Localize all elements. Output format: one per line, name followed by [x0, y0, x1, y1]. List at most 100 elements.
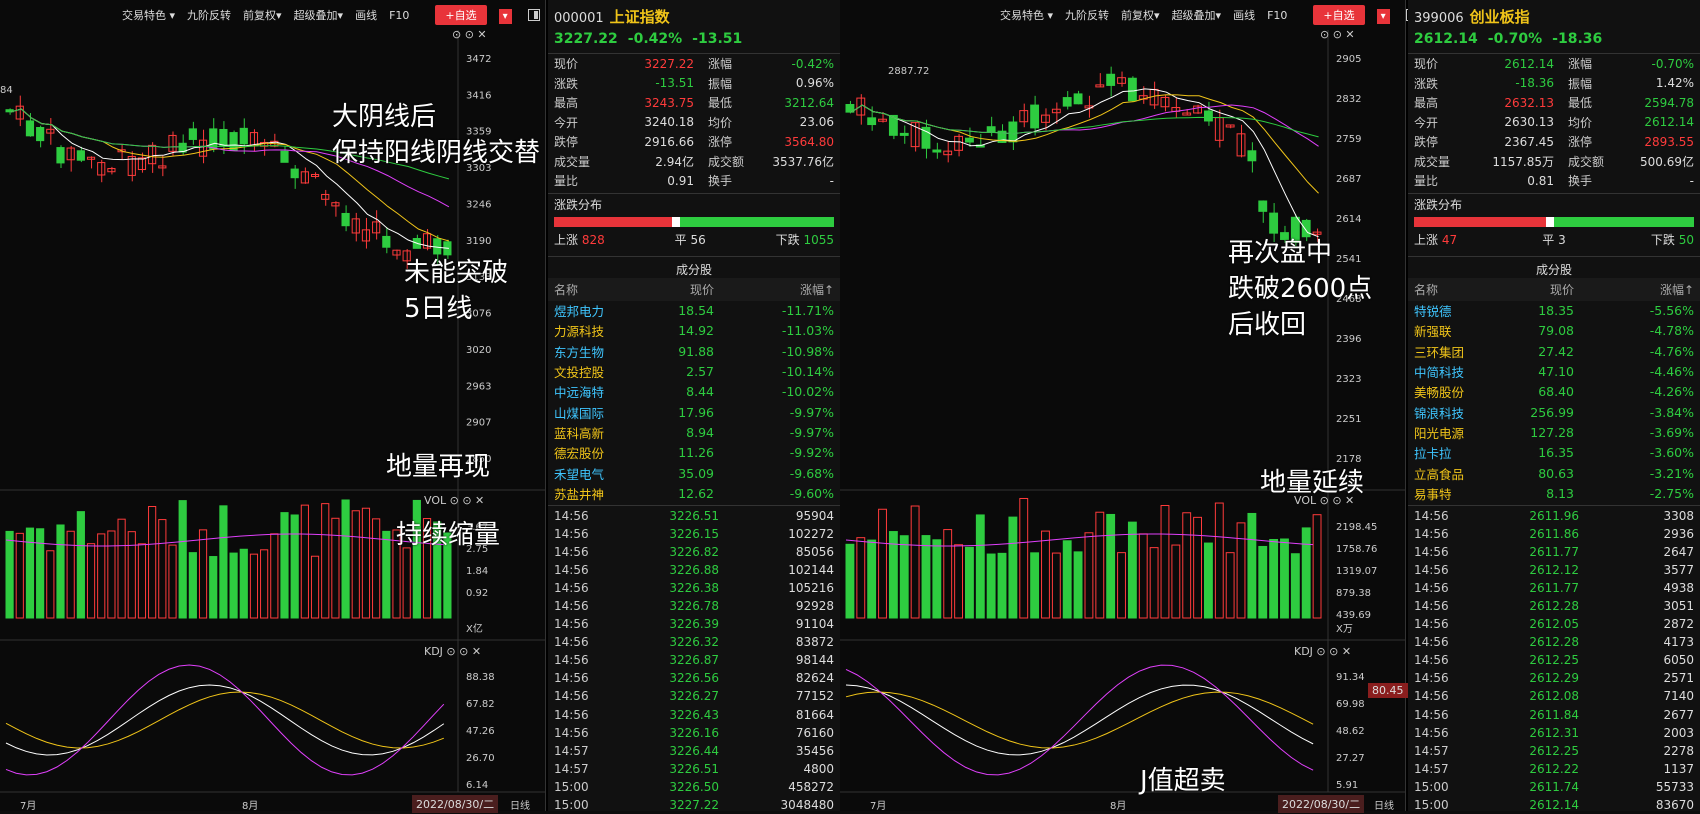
stock-price: 18.35 [1538, 303, 1574, 319]
list-item[interactable]: 蓝科高新 8.94 -9.97% [548, 422, 840, 442]
list-item[interactable]: 煜邦电力 18.54 -11.71% [548, 301, 840, 321]
list-item[interactable]: 三环集团 27.42 -4.76% [1408, 341, 1700, 361]
up-label: 上涨 [1414, 232, 1439, 247]
kdj-tick-label: 47.26 [466, 726, 495, 737]
vol-tick-label: 439.69 [1336, 610, 1371, 621]
col-price[interactable]: 现价 [1504, 281, 1574, 298]
kdj-line [5, 684, 445, 756]
volume-bar [239, 548, 248, 619]
tick-volume: 83670 [1655, 798, 1694, 813]
chart-panel-controls[interactable]: ⊙ ⊙ ✕ [1320, 28, 1355, 41]
tick-volume: 2647 [1663, 544, 1694, 559]
annotation-text: 未能突破 [404, 258, 509, 288]
stock-name: 立高食品 [1414, 466, 1465, 482]
kdj-panel-controls[interactable]: KDJ ⊙ ⊙ ✕ [424, 645, 481, 658]
quote-value: -13.51 [655, 76, 694, 91]
list-item[interactable]: 山煤国际 17.96 -9.97% [548, 402, 840, 422]
flat-label: 平 [674, 232, 687, 247]
quote-label: 均价 [1568, 115, 1593, 130]
stock-pct: -11.71% [781, 303, 834, 319]
quote-row: 量比 0.81 换手 - [1408, 171, 1700, 191]
list-item[interactable]: 特锐德 18.35 -5.56% [1408, 301, 1700, 321]
list-item[interactable]: 禾望电气 35.09 -9.68% [548, 463, 840, 483]
list-item[interactable]: 东方生物 91.88 -10.98% [548, 341, 840, 361]
col-pct[interactable]: 涨幅↑ [1574, 281, 1694, 298]
stock-name: 中远海特 [554, 385, 605, 401]
stock-price: 80.63 [1538, 465, 1574, 481]
volume-bar [986, 553, 996, 619]
col-price[interactable]: 现价 [644, 281, 714, 298]
y-tick-label: 2963 [466, 381, 491, 392]
stock-price: 14.92 [678, 323, 714, 339]
table-row: 14:56 2612.12 3577 [1408, 561, 1700, 579]
tick-time: 14:56 [554, 508, 589, 523]
quote-row: 成交量 2.94亿 成交额 3537.76亿 [548, 152, 840, 172]
list-item[interactable]: 中远海特 8.44 -10.02% [548, 382, 840, 402]
volume-bar [1269, 538, 1279, 619]
stock-name: 苏盐井神 [554, 486, 605, 502]
volume-bar [36, 528, 45, 619]
vol-panel-controls[interactable]: VOL ⊙ ⊙ ✕ [424, 494, 484, 507]
stock-name: 蓝科高新 [554, 425, 605, 441]
period-label[interactable]: 日线 [510, 797, 530, 812]
list-item[interactable]: 文投控股 2.57 -10.14% [548, 361, 840, 381]
list-item[interactable]: 力源科技 14.92 -11.03% [548, 321, 840, 341]
volume-bar [954, 544, 963, 619]
tick-volume: 77152 [795, 689, 834, 704]
quote-row: 现价 2612.14 涨幅 -0.70% [1408, 54, 1700, 74]
list-item[interactable]: 锦浪科技 256.99 -3.84% [1408, 402, 1700, 422]
list-item[interactable]: 易事特 8.13 -2.75% [1408, 483, 1700, 503]
ma-line [851, 94, 1319, 194]
quote-row: 成交量 1157.85万 成交额 500.69亿 [1408, 152, 1700, 172]
list-item[interactable]: 新强联 79.08 -4.78% [1408, 321, 1700, 341]
right-chart-pane: 交易特色 ▾ 九阶反转 前复权▾ 超级叠加▾ 画线 F10 +自选 ▾ 2905 2… [840, 0, 1418, 813]
list-item[interactable]: 美畅股份 68.40 -4.26% [1408, 382, 1700, 402]
volume-bar [1041, 530, 1050, 619]
tick-time: 15:00 [1414, 779, 1449, 794]
list-item[interactable]: 拉卡拉 16.35 -3.60% [1408, 443, 1700, 463]
list-item[interactable]: 苏盐井神 12.62 -9.60% [548, 483, 840, 503]
volume-bar [209, 556, 218, 619]
last-price: 3227.22 [554, 31, 618, 47]
volume-bar [867, 539, 877, 619]
col-pct[interactable]: 涨幅↑ [714, 281, 834, 298]
tick-volume: 76160 [795, 725, 834, 740]
volume-bar [260, 549, 269, 619]
volume-bar [219, 505, 228, 619]
stock-price: 8.94 [686, 424, 714, 440]
quote-value: 23.06 [799, 115, 834, 130]
volume-bar [1171, 544, 1181, 619]
index-name: 创业板指 [1469, 8, 1530, 26]
period-label[interactable]: 日线 [1374, 797, 1394, 812]
candle-body [219, 128, 228, 147]
col-name[interactable]: 名称 [554, 281, 644, 298]
kdj-tick-label: 5.91 [1336, 780, 1358, 791]
left-quote-panel: 000001 上证指数 3227.22 -0.42% -13.51 现价 3227.22… [548, 0, 840, 812]
stock-pct: -3.84% [1649, 404, 1694, 420]
high-price-label: 84 [0, 85, 13, 96]
quote-label: 涨幅 [1568, 57, 1593, 72]
tick-time: 14:56 [1414, 689, 1449, 704]
tick-price: 3226.87 [669, 653, 719, 668]
volume-bar [1138, 533, 1148, 619]
right-kline-chart[interactable]: 2905283227592687261425412468239623232251… [840, 0, 1406, 811]
kdj-panel-controls[interactable]: KDJ ⊙ ⊙ ✕ [1294, 645, 1351, 658]
volume-bar [1204, 542, 1213, 619]
list-item[interactable]: 阳光电源 127.28 -3.69% [1408, 422, 1700, 442]
chart-panel-controls[interactable]: ⊙ ⊙ ✕ [452, 28, 487, 41]
quote-value: 0.81 [1527, 173, 1554, 188]
list-item[interactable]: 德宏股份 11.26 -9.92% [548, 443, 840, 463]
stock-name: 新强联 [1414, 324, 1452, 340]
quote-label: 换手 [1568, 174, 1593, 189]
list-item[interactable]: 立高食品 80.63 -3.21% [1408, 463, 1700, 483]
col-name[interactable]: 名称 [1414, 281, 1504, 298]
up-count: 47 [1441, 232, 1458, 247]
list-item[interactable]: 中简科技 47.10 -4.46% [1408, 361, 1700, 381]
volume-bar [270, 533, 279, 619]
quote-value: 2632.13 [1504, 95, 1554, 110]
table-row: 14:56 2611.96 3308 [1408, 506, 1700, 524]
left-kline-chart[interactable]: 3472341633593303324631903133307630202963… [0, 0, 546, 811]
volume-bar [1095, 511, 1105, 619]
candle-body [965, 137, 974, 143]
quote-value: 2893.55 [1644, 134, 1694, 149]
